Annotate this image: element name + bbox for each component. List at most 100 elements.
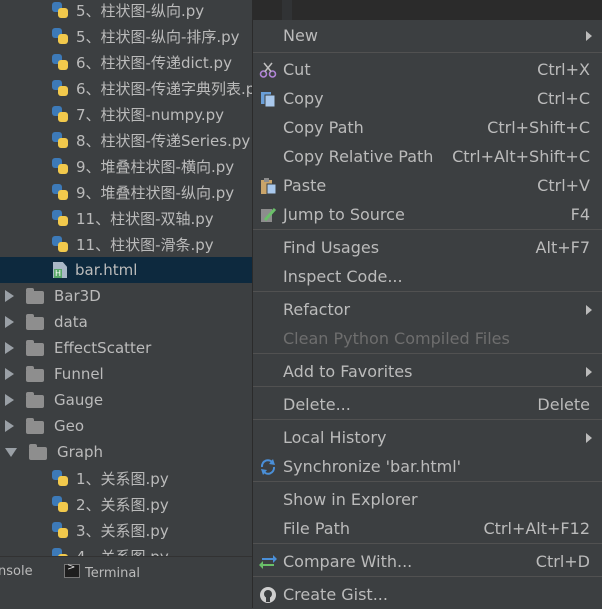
python-file-icon: [52, 522, 68, 538]
tree-item[interactable]: EffectScatter: [0, 335, 252, 361]
menu-separator: [253, 576, 602, 577]
menu-item-synchronize[interactable]: Synchronize 'bar.html': [253, 452, 602, 481]
tree-item[interactable]: 11、柱状图-滑条.py: [0, 231, 252, 257]
submenu-arrow-icon: [586, 304, 592, 315]
tree-item[interactable]: 9、堆叠柱状图-纵向.py: [0, 179, 252, 205]
python-file-icon: [52, 106, 68, 122]
tree-item[interactable]: 7、柱状图-numpy.py: [0, 101, 252, 127]
folder-icon: [26, 287, 44, 304]
tree-item-label: Funnel: [54, 365, 104, 383]
menu-item-copy-relative-path[interactable]: Copy Relative Path Ctrl+Alt+Shift+C: [253, 142, 602, 171]
menu-item-paste[interactable]: Paste Ctrl+V: [253, 171, 602, 200]
chevron-right-icon[interactable]: [5, 316, 14, 328]
tree-item[interactable]: data: [0, 309, 252, 335]
tree-item[interactable]: Gauge: [0, 387, 252, 413]
python-file-icon: [52, 236, 68, 252]
menu-item-new[interactable]: New: [253, 21, 602, 50]
editor-area: [252, 0, 602, 20]
tree-item[interactable]: 4、关系图.py: [0, 543, 252, 556]
tree-item[interactable]: 9、堆叠柱状图-横向.py: [0, 153, 252, 179]
menu-item-local-history[interactable]: Local History: [253, 423, 602, 452]
menu-item-shortcut: Delete: [537, 395, 590, 414]
chevron-right-icon[interactable]: [5, 342, 14, 354]
chevron-right-icon[interactable]: [5, 420, 14, 432]
chevron-right-icon[interactable]: [5, 368, 14, 380]
tree-item-label: Geo: [54, 417, 85, 435]
python-file-icon: [52, 158, 68, 174]
menu-item-inspect-code[interactable]: Inspect Code...: [253, 262, 602, 291]
copy-icon: [258, 89, 278, 109]
tree-item[interactable]: 5、柱状图-纵向.py: [0, 0, 252, 23]
menu-item-label: Clean Python Compiled Files: [283, 329, 510, 348]
context-menu: New Cut Ctrl+X Copy Ctrl+C Copy Path Ctrl+Shif…: [252, 20, 602, 608]
tree-item[interactable]: 8、柱状图-传递Series.py: [0, 127, 252, 153]
menu-item-find-usages[interactable]: Find Usages Alt+F7: [253, 233, 602, 262]
terminal-icon: [64, 562, 80, 578]
tree-item-label: 3、关系图.py: [76, 521, 169, 540]
menu-item-compare-with[interactable]: Compare With... Ctrl+D: [253, 547, 602, 576]
chevron-right-icon[interactable]: [5, 290, 14, 302]
submenu-arrow-icon: [586, 30, 592, 41]
terminal-tab[interactable]: Terminal: [64, 562, 140, 581]
folder-icon: [26, 365, 44, 382]
menu-item-shortcut: Ctrl+Alt+F12: [483, 519, 590, 538]
menu-item-label: Show in Explorer: [283, 490, 418, 509]
tree-item[interactable]: 3、关系图.py: [0, 517, 252, 543]
tree-item[interactable]: 6、柱状图-传递字典列表.py: [0, 75, 252, 101]
tree-item-label: 5、柱状图-纵向.py: [76, 1, 205, 20]
tree-item[interactable]: 5、柱状图-纵向-排序.py: [0, 23, 252, 49]
menu-item-label: Inspect Code...: [283, 267, 403, 286]
menu-item-copy-path[interactable]: Copy Path Ctrl+Shift+C: [253, 113, 602, 142]
menu-item-label: Add to Favorites: [283, 362, 413, 381]
menu-item-add-to-favorites[interactable]: Add to Favorites: [253, 357, 602, 386]
menu-item-shortcut: Ctrl+D: [535, 552, 590, 571]
menu-item-label: Cut: [283, 60, 311, 79]
python-file-icon: [52, 80, 68, 96]
tree-item-label: 9、堆叠柱状图-横向.py: [76, 157, 235, 176]
tree-item-label: 2、关系图.py: [76, 495, 169, 514]
tree-item[interactable]: Geo: [0, 413, 252, 439]
paste-icon: [258, 176, 278, 196]
chevron-down-icon[interactable]: [5, 447, 17, 457]
menu-item-refactor[interactable]: Refactor: [253, 295, 602, 324]
menu-item-show-in-explorer[interactable]: Show in Explorer: [253, 485, 602, 514]
menu-item-cut[interactable]: Cut Ctrl+X: [253, 55, 602, 84]
console-tab[interactable]: nsole: [0, 564, 33, 579]
menu-item-delete[interactable]: Delete... Delete: [253, 390, 602, 419]
terminal-tab-label: Terminal: [85, 566, 140, 581]
menu-item-label: New: [283, 26, 318, 45]
menu-item-shortcut: Ctrl+V: [537, 176, 590, 195]
menu-item-label: Jump to Source: [283, 205, 405, 224]
folder-icon: [26, 391, 44, 408]
tree-item[interactable]: Graph: [0, 439, 252, 465]
tree-item[interactable]: 2、关系图.py: [0, 491, 252, 517]
menu-item-copy[interactable]: Copy Ctrl+C: [253, 84, 602, 113]
menu-item-label: Copy Relative Path: [283, 147, 434, 166]
tree-item-label: 8、柱状图-传递Series.py: [76, 131, 251, 150]
tree-item[interactable]: 1、关系图.py: [0, 465, 252, 491]
tree-item-label: data: [54, 313, 88, 331]
menu-item-shortcut: Ctrl+X: [537, 60, 590, 79]
folder-icon: [26, 313, 44, 330]
tree-item[interactable]: Hbar.html: [0, 257, 252, 283]
menu-item-label: Compare With...: [283, 552, 413, 571]
python-file-icon: [52, 54, 68, 70]
tree-item[interactable]: 6、柱状图-传递dict.py: [0, 49, 252, 75]
menu-separator: [253, 229, 602, 230]
chevron-right-icon[interactable]: [5, 394, 14, 406]
tree-item[interactable]: Bar3D: [0, 283, 252, 309]
tree-item[interactable]: Funnel: [0, 361, 252, 387]
tree-item-label: 6、柱状图-传递dict.py: [76, 53, 232, 72]
menu-item-create-gist[interactable]: Create Gist...: [253, 580, 602, 609]
project-tree: 5、柱状图-纵向.py 5、柱状图-纵向-排序.py 6、柱状图-传递dict.py…: [0, 0, 252, 556]
editor-gutter: [282, 0, 292, 20]
menu-item-jump-to-source[interactable]: Jump to Source F4: [253, 200, 602, 229]
menu-item-label: Copy Path: [283, 118, 364, 137]
tree-item[interactable]: 11、柱状图-双轴.py: [0, 205, 252, 231]
python-file-icon: [52, 470, 68, 486]
tree-item-label: Graph: [57, 443, 104, 461]
python-file-icon: [52, 210, 68, 226]
html-file-icon: H: [53, 262, 67, 278]
menu-item-file-path[interactable]: File Path Ctrl+Alt+F12: [253, 514, 602, 543]
tree-item-label: 11、柱状图-双轴.py: [76, 209, 214, 228]
